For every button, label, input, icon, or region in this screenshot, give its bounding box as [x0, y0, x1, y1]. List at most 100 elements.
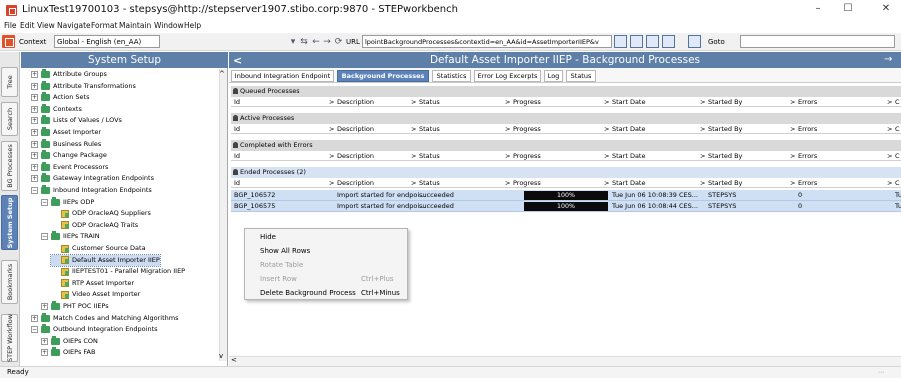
dropdown-chevron-icon[interactable]: ▾	[288, 36, 298, 48]
col-description-header[interactable]: Description	[337, 124, 374, 134]
tree-item[interactable]: − IIEPs ODP	[41, 196, 94, 208]
pin-icon[interactable]	[233, 115, 238, 121]
col-started-by-header[interactable]: Started By	[708, 151, 742, 161]
expand-icon[interactable]: +	[31, 129, 38, 136]
menu-maintain[interactable]: Maintain	[119, 21, 151, 30]
col-id-header[interactable]: Id	[234, 97, 240, 107]
tree-item[interactable]: + Change Package	[31, 150, 107, 161]
column-sort-icon[interactable]: >	[329, 151, 334, 161]
expand-icon[interactable]: +	[41, 303, 48, 310]
col-progress-header[interactable]: Progress	[513, 151, 541, 161]
refresh-icon[interactable]: ⟳	[333, 36, 344, 48]
tab-status[interactable]: Status	[566, 70, 596, 82]
expand-icon[interactable]: +	[31, 314, 38, 322]
column-sort-icon[interactable]: >	[505, 178, 510, 188]
vtab-bg-processes[interactable]: BG Processes	[1, 141, 18, 191]
col-description-header[interactable]: Description	[337, 151, 374, 161]
menu-file[interactable]: File	[4, 21, 17, 30]
col-started-by-header[interactable]: Started By	[708, 97, 742, 107]
column-sort-icon[interactable]: >	[604, 178, 609, 188]
menu-view[interactable]: View	[37, 21, 55, 30]
col-start-date-header[interactable]: Start Date	[612, 97, 645, 107]
expand-icon[interactable]: +	[31, 152, 38, 160]
column-sort-icon[interactable]: >	[790, 151, 795, 161]
expand-icon[interactable]: +	[31, 71, 38, 78]
column-sort-icon[interactable]: >	[790, 97, 795, 107]
col-progress-header[interactable]: Progress	[513, 124, 541, 134]
column-sort-icon[interactable]: >	[505, 124, 510, 134]
expand-icon[interactable]: +	[31, 175, 38, 183]
col-start-date-header[interactable]: Start Date	[612, 124, 645, 134]
tree-item[interactable]: + Attribute Groups	[31, 69, 107, 80]
tree-item[interactable]: + Contexts	[31, 103, 82, 115]
section-header[interactable]: Queued Processes	[231, 86, 901, 97]
tree-item[interactable]: + OIEPs CON	[41, 335, 98, 347]
tree-item[interactable]: Video Asset Importer	[51, 289, 140, 300]
col-status-header[interactable]: Status	[419, 178, 440, 188]
forward-arrow-icon[interactable]: →	[322, 36, 332, 48]
col-c-header[interactable]: C	[895, 151, 900, 161]
pin-icon[interactable]	[233, 169, 238, 175]
column-sort-icon[interactable]: >	[411, 124, 416, 134]
scroll-down-icon[interactable]: v	[219, 352, 223, 360]
tab-error-log-excerpts[interactable]: Error Log Excerpts	[474, 70, 541, 82]
column-sort-icon[interactable]: >	[700, 151, 705, 161]
col-id-header[interactable]: Id	[234, 151, 240, 161]
column-sort-icon[interactable]: >	[411, 178, 416, 188]
tree-item[interactable]: − IIEPs TRAIN	[41, 231, 100, 242]
view-icon-2[interactable]	[630, 35, 643, 48]
scroll-left-icon[interactable]: <	[231, 356, 237, 364]
view-icon-1[interactable]	[614, 35, 627, 48]
column-sort-icon[interactable]: >	[700, 124, 705, 134]
resize-grip-icon[interactable]: ⋯	[878, 369, 884, 376]
expand-icon[interactable]: +	[31, 105, 38, 113]
col-status-header[interactable]: Status	[419, 124, 440, 134]
expand-icon[interactable]: +	[41, 337, 48, 345]
pin-icon[interactable]	[233, 142, 238, 148]
sync-icon[interactable]: ⇆	[298, 36, 310, 48]
column-sort-icon[interactable]: >	[604, 124, 609, 134]
section-header[interactable]: Completed with Errors	[231, 140, 901, 151]
column-sort-icon[interactable]: >	[505, 151, 510, 161]
column-sort-icon[interactable]: >	[411, 151, 416, 161]
table-row[interactable]: BGP_106572 Import started for endpoi... su…	[231, 190, 901, 201]
menu-navigate[interactable]: Navigate	[57, 21, 91, 30]
col-description-header[interactable]: Description	[337, 178, 374, 188]
table-row[interactable]: BGP_106575 Import started for endpoi... su…	[231, 201, 901, 212]
goto-input[interactable]	[740, 35, 895, 48]
column-sort-icon[interactable]: >	[604, 151, 609, 161]
tree-item[interactable]: + Asset Importer	[31, 127, 101, 138]
col-started-by-header[interactable]: Started By	[708, 178, 742, 188]
vtab-step-workflow[interactable]: STEP Workflow	[1, 314, 18, 362]
menu-item-rotate-table[interactable]: Rotate Table	[260, 261, 303, 269]
collapse-icon[interactable]: −	[31, 326, 38, 334]
menu-help[interactable]: Help	[184, 21, 201, 30]
tree-item[interactable]: Default Asset Importer IIEP	[50, 253, 161, 267]
tree-item[interactable]: IIEPTEST01 - Parallel Migration IIEP	[51, 266, 185, 277]
section-header[interactable]: Active Processes	[231, 113, 901, 124]
expand-icon[interactable]: +	[31, 82, 38, 90]
menu-item-hide[interactable]: Hide	[260, 233, 276, 241]
col-id-header[interactable]: Id	[234, 124, 240, 134]
column-sort-icon[interactable]: >	[329, 97, 334, 107]
column-sort-icon[interactable]: >	[411, 97, 416, 107]
url-input[interactable]: lpointBackgroundProcesses&contextid=en_A…	[362, 35, 612, 48]
col-errors-header[interactable]: Errors	[798, 97, 817, 107]
col-start-date-header[interactable]: Start Date	[612, 178, 645, 188]
scroll-up-icon[interactable]: ^	[219, 70, 225, 78]
tree-item[interactable]: + Event Processors	[31, 161, 108, 173]
collapse-icon[interactable]: −	[31, 187, 38, 194]
col-status-header[interactable]: Status	[419, 97, 440, 107]
vtab-tree[interactable]: Tree	[1, 67, 18, 97]
view-icon-3[interactable]	[646, 35, 659, 48]
column-sort-icon[interactable]: >	[790, 124, 795, 134]
pin-icon[interactable]	[233, 88, 238, 94]
view-icon-5[interactable]	[688, 35, 701, 48]
collapse-icon[interactable]: −	[41, 198, 48, 206]
tab-background-processes[interactable]: Background Processes	[337, 70, 429, 82]
back-arrow-icon[interactable]: ←	[311, 36, 321, 48]
tree-item[interactable]: Customer Source Data	[51, 243, 146, 254]
column-sort-icon[interactable]: >	[887, 97, 892, 107]
expand-icon[interactable]: +	[41, 349, 48, 357]
tree-item[interactable]: + OIEPs FAB	[41, 347, 95, 358]
